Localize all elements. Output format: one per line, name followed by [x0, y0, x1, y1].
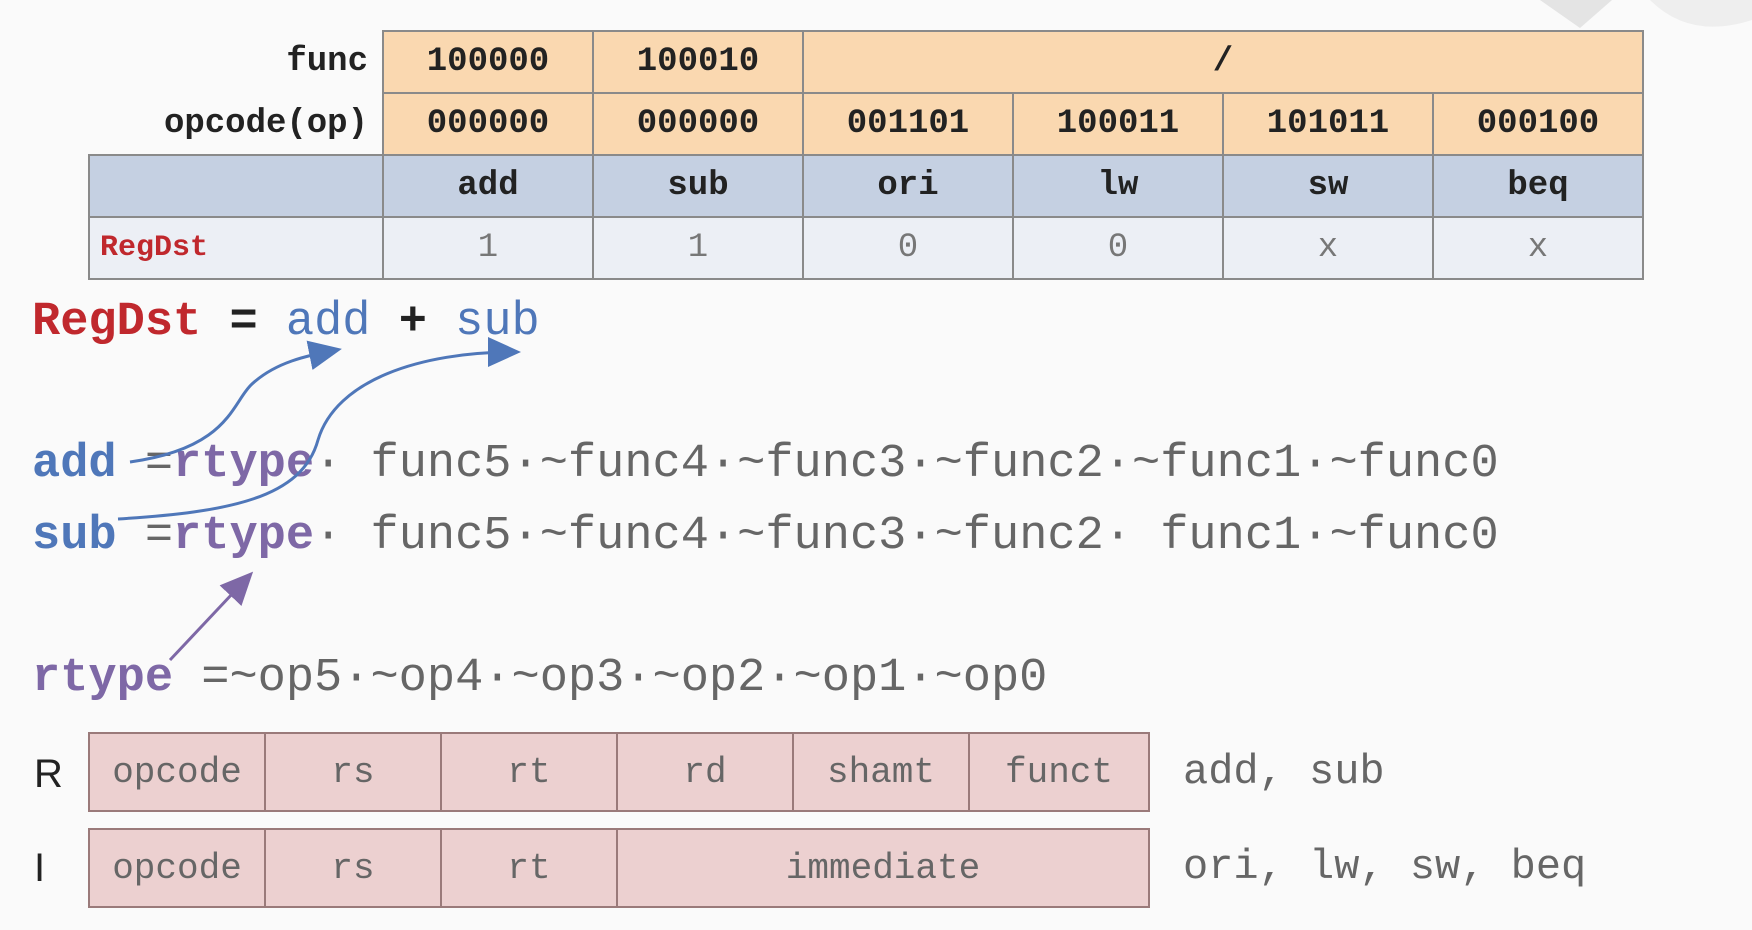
r-format-fields: opcode rs rt rd shamt funct — [88, 732, 1150, 812]
arrow-rtype-to-sub — [168, 571, 254, 662]
r-format-instructions: add, sub — [1183, 748, 1385, 796]
i-field-opcode: opcode — [90, 830, 266, 906]
i-format-instructions: ori, lw, sw, beq — [1183, 843, 1587, 891]
r-field-shamt: shamt — [794, 734, 970, 810]
r-field-opcode: opcode — [90, 734, 266, 810]
r-field-rd: rd — [618, 734, 794, 810]
i-format-label: I — [34, 846, 46, 890]
r-field-rt: rt — [442, 734, 618, 810]
i-field-rt: rt — [442, 830, 618, 906]
arrow-add-to-regdst — [129, 340, 342, 464]
arrow-sub-to-regdst — [117, 337, 521, 521]
r-field-rs: rs — [266, 734, 442, 810]
i-format-fields: opcode rs rt immediate — [88, 828, 1150, 908]
r-format-label: R — [34, 752, 63, 796]
r-field-funct: funct — [970, 734, 1148, 810]
i-field-rs: rs — [266, 830, 442, 906]
i-field-immediate: immediate — [618, 830, 1148, 906]
